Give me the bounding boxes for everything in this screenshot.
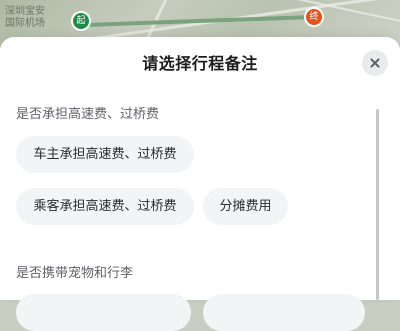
section-label-pets-luggage: 是否携带宠物和行李 bbox=[16, 266, 134, 281]
option-passenger-pays-tolls[interactable]: 乘客承担高速费、过桥费 bbox=[16, 188, 194, 225]
route-line bbox=[84, 14, 314, 28]
start-marker[interactable]: 起 bbox=[73, 13, 89, 29]
section-label-toll-fees: 是否承担高速费、过桥费 bbox=[16, 107, 160, 122]
sheet-title: 请选择行程备注 bbox=[142, 54, 258, 73]
trip-remark-sheet: 请选择行程备注 是否承担高速费、过桥费 车主承担高速费、过桥费 乘客承担高速费、… bbox=[0, 37, 400, 331]
map-place-label-line-2: 国际机场 bbox=[5, 18, 45, 29]
close-icon[interactable] bbox=[362, 50, 388, 76]
option-split-fees[interactable]: 分摊费用 bbox=[203, 188, 288, 225]
scrollbar[interactable] bbox=[376, 109, 379, 300]
end-marker[interactable]: 终 bbox=[306, 9, 322, 25]
option-driver-pays-tolls[interactable]: 车主承担高速费、过桥费 bbox=[16, 136, 194, 173]
map-place-label-line-1: 深圳宝安 bbox=[5, 6, 45, 17]
